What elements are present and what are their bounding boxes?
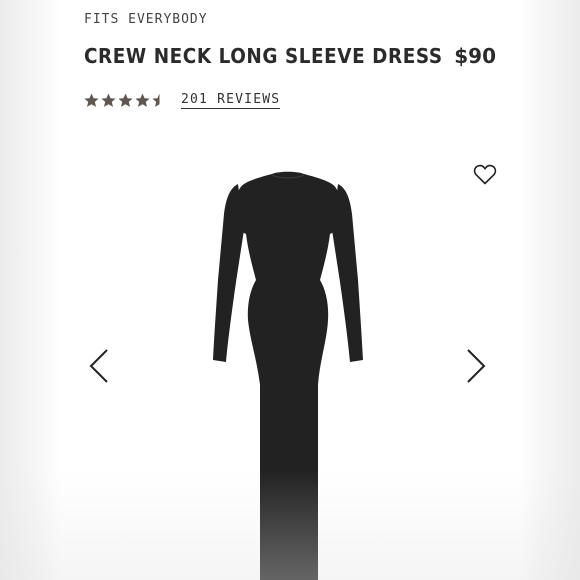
chevron-right-icon[interactable] — [465, 348, 487, 384]
reviews-link[interactable]: 201 REVIEWS — [181, 92, 281, 109]
star-icon — [152, 93, 160, 107]
product-price: $90 — [454, 44, 496, 68]
star-icon — [135, 93, 150, 107]
product-title: CREW NECK LONG SLEEVE DRESS — [84, 44, 443, 68]
star-rating — [84, 93, 167, 108]
heart-icon[interactable] — [473, 163, 497, 185]
screenshot-frame: FITS EVERYBODY CREW NECK LONG SLEEVE DRE… — [0, 0, 580, 580]
star-icon — [101, 93, 116, 107]
product-panel: FITS EVERYBODY CREW NECK LONG SLEEVE DRE… — [60, 0, 520, 580]
chevron-left-icon[interactable] — [88, 348, 110, 384]
star-icon — [84, 93, 99, 107]
star-icon — [118, 93, 133, 107]
product-image-dress — [213, 171, 363, 580]
rating-row: 201 REVIEWS — [84, 92, 281, 109]
collection-label: FITS EVERYBODY — [84, 12, 208, 27]
